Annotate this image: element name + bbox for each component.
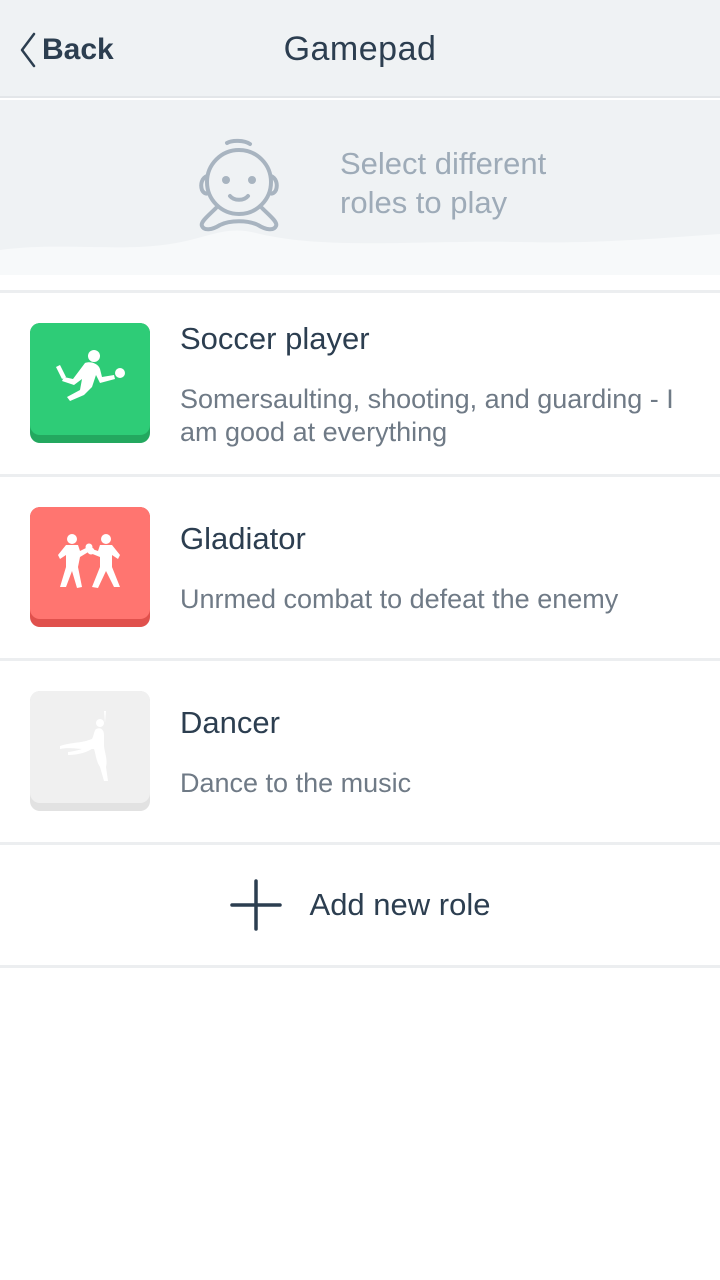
plus-icon: [229, 879, 282, 931]
role-description: Unrmed combat to defeat the enemy: [180, 584, 619, 614]
role-list: Soccer player Somersaulting, shooting, a…: [0, 290, 720, 842]
role-name: Gladiator: [180, 521, 306, 556]
role-name: Dancer: [180, 705, 280, 740]
ballet-dancer-icon: [60, 711, 108, 781]
banner-wave-decoration: [0, 230, 720, 290]
role-item-soccer-player[interactable]: Soccer player Somersaulting, shooting, a…: [0, 290, 720, 474]
soccer-kick-icon: [56, 350, 125, 401]
app-header: Back Gamepad: [0, 0, 720, 98]
role-icon-soccer: [30, 323, 150, 443]
add-new-role-label: Add new role: [309, 887, 491, 922]
role-item-dancer[interactable]: Dancer Dance to the music: [0, 658, 720, 842]
boxing-icon: [58, 534, 120, 588]
role-description: Dance to the music: [180, 768, 412, 798]
role-icon-gladiator: [30, 507, 150, 627]
role-description: Somersaulting, shooting, and guarding - …: [180, 384, 674, 447]
add-new-role-button[interactable]: Add new role: [0, 842, 720, 968]
role-name: Soccer player: [180, 321, 370, 356]
role-icon-dancer: [30, 691, 150, 811]
banner-hint-text: Select different roles to play: [340, 146, 547, 220]
page-title: Gamepad: [283, 30, 437, 68]
robot-head-icon: [199, 138, 279, 232]
role-item-gladiator[interactable]: Gladiator Unrmed combat to defeat the en…: [0, 474, 720, 658]
hint-banner: Select different roles to play: [0, 100, 720, 290]
